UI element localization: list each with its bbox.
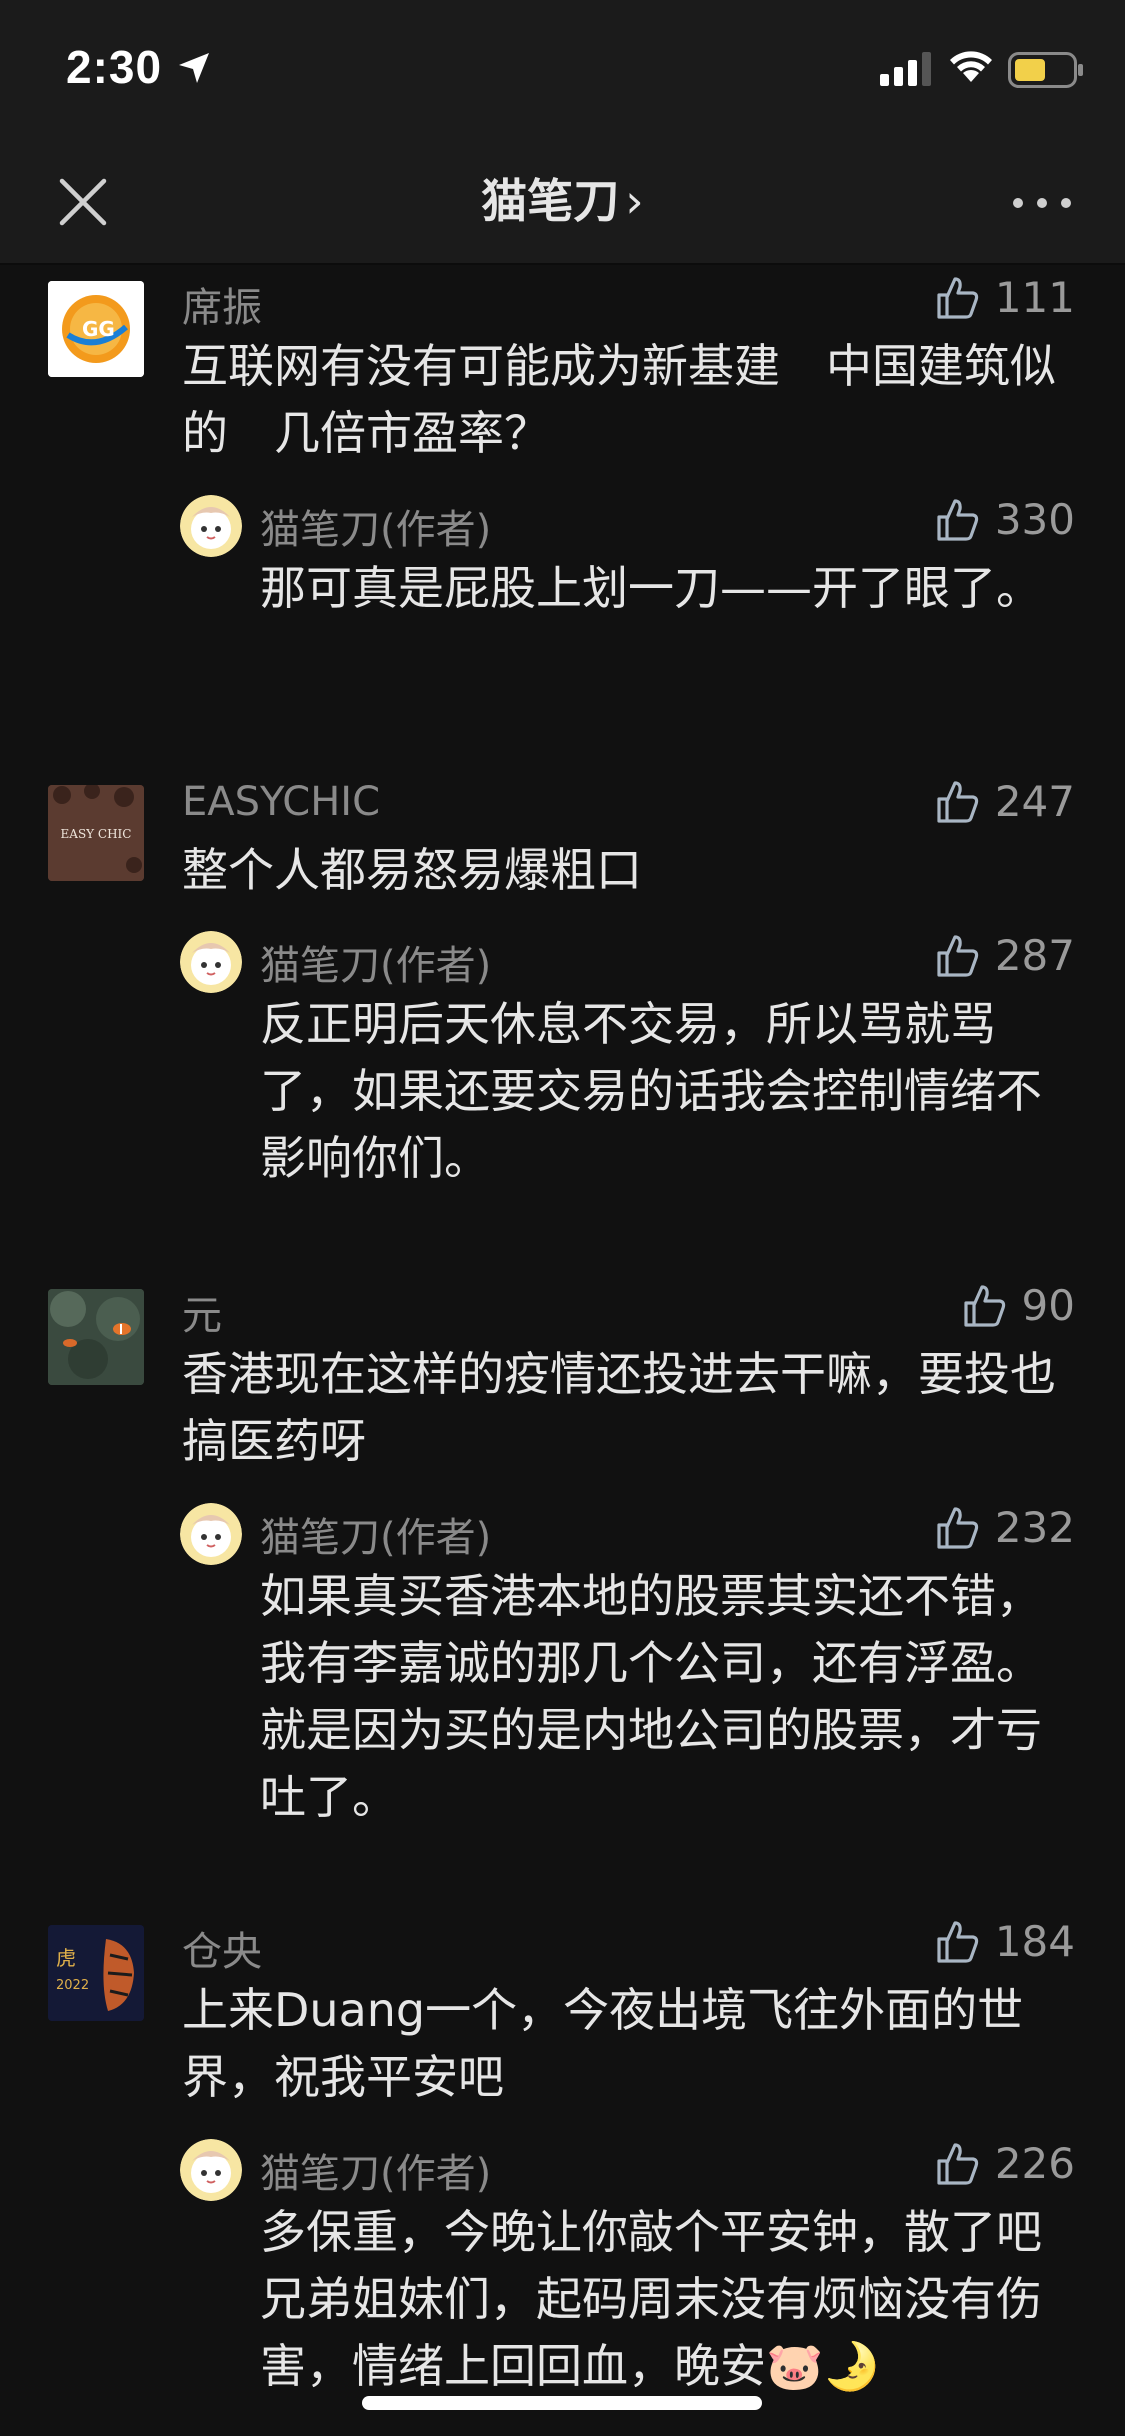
avatar[interactable]: GG: [48, 281, 144, 377]
page-title[interactable]: 猫笔刀 ›: [0, 165, 1125, 231]
avatar[interactable]: 虎 2022: [48, 1925, 144, 2021]
like-button[interactable]: 287: [933, 931, 1075, 980]
reply-author[interactable]: 猫笔刀(作者): [260, 2141, 491, 2199]
cat-avatar-image: [180, 2139, 242, 2201]
cat-avatar-image: [180, 495, 242, 557]
avatar-reef-image: [48, 1289, 144, 1385]
home-indicator[interactable]: [362, 2396, 762, 2410]
avatar[interactable]: EASY CHIC: [48, 785, 144, 881]
author-avatar[interactable]: [180, 2139, 242, 2201]
avatar-logo-image: GG: [48, 281, 144, 377]
reply-author[interactable]: 猫笔刀(作者): [260, 933, 491, 991]
thumbs-up-icon: [937, 1920, 978, 1963]
like-button[interactable]: 247: [933, 777, 1075, 826]
thumbs-up-icon: [937, 934, 978, 977]
author-avatar[interactable]: [180, 1503, 242, 1565]
avatar[interactable]: [48, 1289, 144, 1385]
comment-author[interactable]: 席振: [182, 275, 262, 333]
thumbs-up-icon: [963, 1284, 1005, 1327]
like-button[interactable]: 90: [960, 1281, 1075, 1330]
reply-text: 多保重，今晚让你敲个平安钟，散了吧兄弟姐妹们，起码周末没有烦恼没有伤害，情绪上回…: [260, 2205, 1042, 2393]
reply-author[interactable]: 猫笔刀(作者): [260, 1505, 491, 1563]
reply-author[interactable]: 猫笔刀(作者): [260, 497, 491, 555]
location-arrow-icon: [179, 53, 209, 83]
like-button[interactable]: 226: [933, 2139, 1075, 2188]
reply-text: 那可真是屁股上划一刀——开了眼了。: [260, 561, 1042, 615]
author-avatar[interactable]: [180, 495, 242, 557]
reply-text: 反正明后天休息不交易，所以骂就骂了，如果还要交易的话我会控制情绪不影响你们。: [260, 997, 1042, 1185]
comment-text: 上来Duang一个，今夜出境飞往外面的世界，祝我平安吧: [182, 1983, 1024, 2104]
battery-icon: [1008, 52, 1083, 88]
thumbs-up-icon: [937, 780, 978, 823]
comment-author[interactable]: 元: [182, 1283, 222, 1341]
comment-author[interactable]: 仓央: [182, 1919, 262, 1977]
like-count: 287: [994, 931, 1075, 980]
thumbs-up-icon: [937, 2142, 978, 2185]
like-count: 232: [994, 1503, 1075, 1552]
page-title-text: 猫笔刀: [481, 174, 620, 228]
like-count: 90: [1021, 1281, 1075, 1330]
comment-text: 互联网有没有可能成为新基建 中国建筑似的 几倍市盈率？: [182, 339, 1056, 460]
author-avatar[interactable]: [180, 931, 242, 993]
svg-text:EASY CHIC: EASY CHIC: [61, 827, 132, 841]
cellular-signal-icon: [880, 52, 931, 86]
thumbs-up-icon: [937, 498, 978, 541]
like-button[interactable]: 232: [933, 1503, 1075, 1552]
like-count: 111: [994, 273, 1075, 322]
chevron-right-icon: ›: [625, 174, 644, 228]
thumbs-up-icon: [937, 1506, 978, 1549]
avatar-easychic-image: EASY CHIC: [48, 785, 144, 881]
svg-text:2022: 2022: [56, 1978, 89, 1993]
avatar-tiger-image: 虎 2022: [48, 1925, 144, 2021]
like-count: 247: [994, 777, 1075, 826]
cat-avatar-image: [180, 931, 242, 993]
like-button[interactable]: 184: [933, 1917, 1075, 1966]
svg-text:虎: 虎: [56, 1946, 76, 1970]
cat-avatar-image: [180, 1503, 242, 1565]
comment-text: 整个人都易怒易爆粗口: [182, 843, 642, 897]
wifi-icon: [950, 51, 992, 82]
status-bar: 2:30: [0, 0, 1125, 135]
like-count: 226: [994, 2139, 1075, 2188]
more-options-icon[interactable]: [1010, 193, 1074, 213]
like-button[interactable]: 111: [933, 273, 1075, 322]
top-navigation-bar: 猫笔刀 ›: [0, 135, 1125, 265]
comment-author[interactable]: EASYCHIC: [182, 779, 380, 825]
like-count: 330: [994, 495, 1075, 544]
status-time: 2:30: [66, 41, 163, 93]
comment-text: 香港现在这样的疫情还投进去干嘛，要投也搞医药呀: [182, 1347, 1056, 1468]
reply-text: 如果真买香港本地的股票其实还不错，我有李嘉诚的那几个公司，还有浮盈。就是因为买的…: [260, 1569, 1042, 1824]
svg-text:GG: GG: [82, 317, 115, 341]
like-button[interactable]: 330: [933, 495, 1075, 544]
like-count: 184: [994, 1917, 1075, 1966]
thumbs-up-icon: [937, 276, 978, 319]
